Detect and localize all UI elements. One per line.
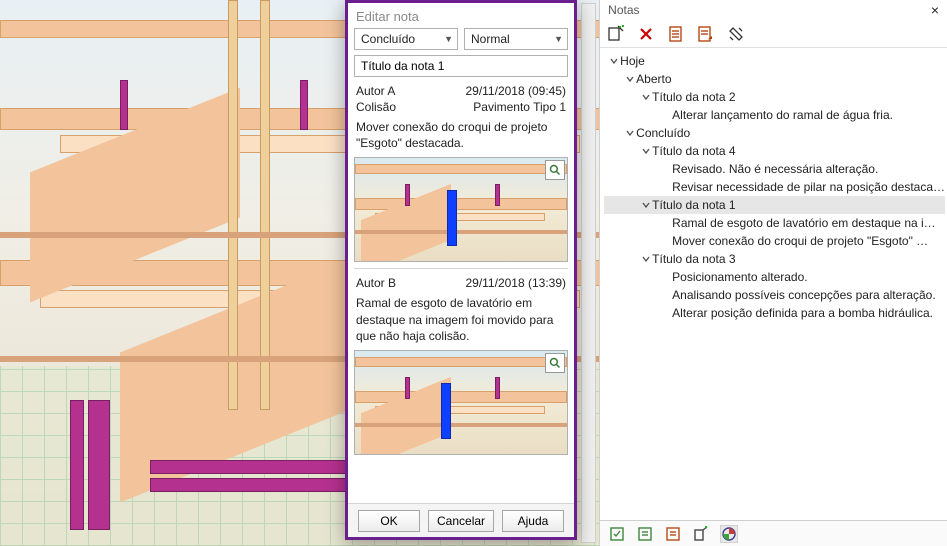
entry-location: Pavimento Tipo 1	[473, 100, 566, 114]
settings-icon[interactable]	[726, 24, 746, 44]
tree-group-concluido[interactable]: Concluído	[604, 124, 945, 142]
pipe-magenta	[300, 80, 308, 130]
column	[260, 0, 270, 410]
tree-note-2[interactable]: Título da nota 2	[604, 88, 945, 106]
chevron-down-icon[interactable]	[640, 145, 652, 157]
tree-group-hoje[interactable]: Hoje	[604, 52, 945, 70]
entry-timestamp: 29/11/2018 (09:45)	[465, 84, 566, 98]
entry-author: Autor A	[356, 84, 395, 98]
tree-entry[interactable]: Ramal de esgoto de lavatório em destaque…	[604, 214, 945, 232]
tree-label: Ramal de esgoto de lavatório em destaque…	[672, 216, 936, 230]
zoom-icon[interactable]	[545, 353, 565, 373]
dialog-body: Concluído ▼ Normal ▼ Autor A 29/11/2018 …	[348, 28, 574, 503]
cancel-button[interactable]: Cancelar	[428, 510, 494, 532]
panel-title: Notas	[608, 3, 639, 17]
notes-tree[interactable]: Hoje Aberto Título da nota 2 Alterar lan…	[600, 48, 947, 520]
help-button[interactable]: Ajuda	[502, 510, 564, 532]
tree-label: Título da nota 1	[652, 198, 735, 212]
tree-entry[interactable]: Revisado. Não é necessária alteração.	[604, 160, 945, 178]
entry-snapshot[interactable]	[354, 350, 568, 455]
tree-label: Título da nota 2	[652, 90, 735, 104]
tree-label: Mover conexão do croqui de projeto "Esgo…	[672, 234, 928, 248]
note-reply-icon[interactable]	[696, 24, 716, 44]
pipe-magenta	[88, 400, 110, 530]
tree-label: Alterar posição definida para a bomba hi…	[672, 306, 933, 320]
footer-icon[interactable]	[692, 525, 710, 543]
tree-label: Título da nota 3	[652, 252, 735, 266]
entry-tag: Colisão	[356, 100, 396, 114]
tree-entry[interactable]: Mover conexão do croqui de projeto "Esgo…	[604, 232, 945, 250]
app-root: Editar nota Concluído ▼ Normal ▼ Autor A…	[0, 0, 947, 546]
delete-note-icon[interactable]	[636, 24, 656, 44]
status-select-value: Concluído	[361, 32, 415, 46]
priority-select[interactable]: Normal ▼	[464, 28, 568, 50]
footer-icon[interactable]	[636, 525, 654, 543]
priority-select-value: Normal	[471, 32, 510, 46]
footer-icon[interactable]	[664, 525, 682, 543]
dialog-footer: OK Cancelar Ajuda	[348, 503, 574, 537]
tree-label: Concluído	[636, 126, 690, 140]
add-note-icon[interactable]	[606, 24, 626, 44]
tree-entry[interactable]: Alterar posição definida para a bomba hi…	[604, 304, 945, 322]
ok-button[interactable]: OK	[358, 510, 420, 532]
chevron-down-icon[interactable]	[608, 55, 620, 67]
zoom-icon[interactable]	[545, 160, 565, 180]
column	[228, 0, 238, 410]
chevron-down-icon: ▼	[444, 34, 453, 44]
tree-label: Alterar lançamento do ramal de água fria…	[672, 108, 893, 122]
tree-entry[interactable]: Alterar lançamento do ramal de água fria…	[604, 106, 945, 124]
pipe-magenta	[120, 80, 128, 130]
note-title-input[interactable]	[354, 55, 568, 77]
note-page-icon[interactable]	[666, 24, 686, 44]
tree-label: Hoje	[620, 54, 645, 68]
tree-entry[interactable]: Revisar necessidade de pilar na posição …	[604, 178, 945, 196]
entry-author: Autor B	[356, 276, 396, 290]
entry-text: Ramal de esgoto de lavatório em destaque…	[354, 291, 568, 350]
chevron-down-icon[interactable]	[640, 253, 652, 265]
divider	[354, 268, 568, 269]
tree-label: Analisando possíveis concepções para alt…	[672, 288, 936, 302]
tree-label: Revisar necessidade de pilar na posição …	[672, 180, 945, 194]
close-icon[interactable]: ×	[927, 2, 943, 18]
chevron-down-icon[interactable]	[640, 199, 652, 211]
panel-toolbar	[600, 20, 947, 48]
tree-note-1[interactable]: Título da nota 1	[604, 196, 945, 214]
tree-label: Posicionamento alterado.	[672, 270, 807, 284]
tree-group-aberto[interactable]: Aberto	[604, 70, 945, 88]
tree-label: Aberto	[636, 72, 671, 86]
footer-icon[interactable]	[720, 525, 738, 543]
tree-entry[interactable]: Posicionamento alterado.	[604, 268, 945, 286]
footer-icon[interactable]	[608, 525, 626, 543]
chevron-down-icon[interactable]	[624, 73, 636, 85]
chevron-down-icon: ▼	[554, 34, 563, 44]
panel-footer	[600, 520, 947, 546]
tree-entry[interactable]: Analisando possíveis concepções para alt…	[604, 286, 945, 304]
edit-note-dialog: Editar nota Concluído ▼ Normal ▼ Autor A…	[345, 0, 577, 540]
pipe-magenta	[70, 400, 84, 530]
entry-snapshot[interactable]	[354, 157, 568, 262]
dialog-title: Editar nota	[348, 3, 574, 28]
chevron-down-icon[interactable]	[624, 127, 636, 139]
status-select[interactable]: Concluído ▼	[354, 28, 458, 50]
tree-note-3[interactable]: Título da nota 3	[604, 250, 945, 268]
viewport-scrollbar[interactable]	[581, 3, 596, 543]
tree-label: Revisado. Não é necessária alteração.	[672, 162, 878, 176]
chevron-down-icon[interactable]	[640, 91, 652, 103]
tree-note-4[interactable]: Título da nota 4	[604, 142, 945, 160]
notes-panel: Notas × Hoje	[599, 0, 947, 546]
entry-timestamp: 29/11/2018 (13:39)	[465, 276, 566, 290]
entry-text: Mover conexão do croqui de projeto "Esgo…	[354, 115, 568, 157]
tree-label: Título da nota 4	[652, 144, 735, 158]
